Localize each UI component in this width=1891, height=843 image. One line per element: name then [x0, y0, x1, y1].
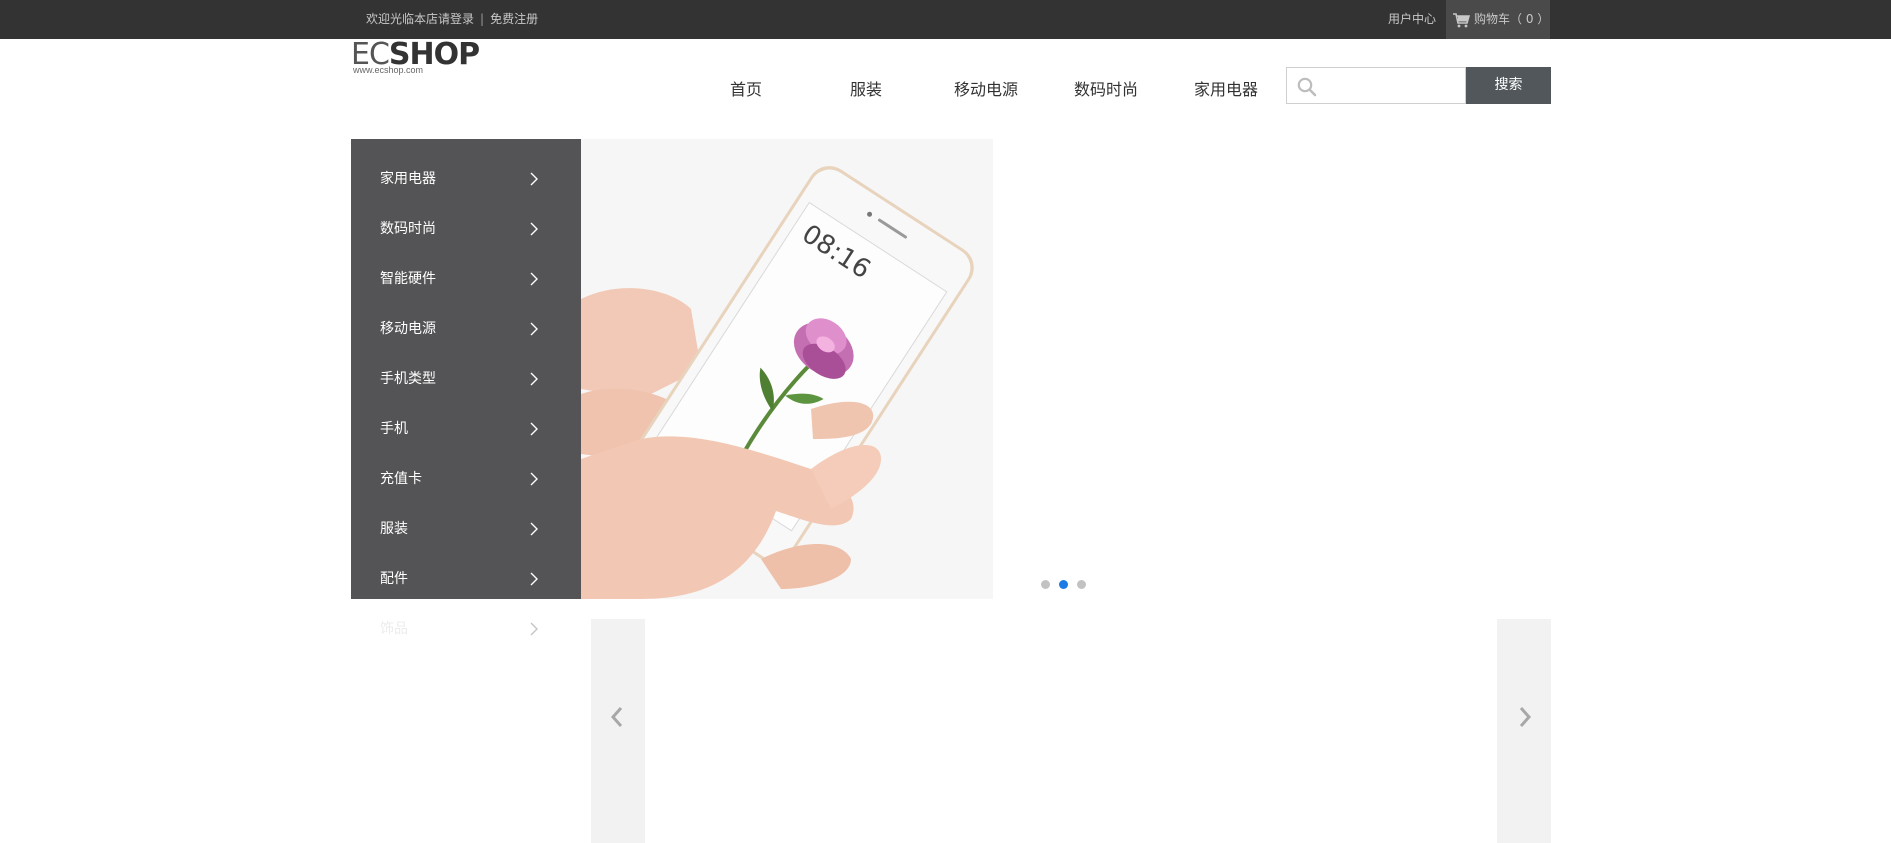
- slide-dot-1[interactable]: [1041, 580, 1050, 589]
- chevron-right-icon: [1519, 707, 1532, 727]
- logo-url: www.ecshop.com: [353, 65, 424, 75]
- category-item-label: 数码时尚: [380, 221, 436, 237]
- search-box: [1286, 67, 1466, 104]
- nav-item-home[interactable]: 首页: [686, 74, 806, 106]
- user-center-link[interactable]: 用户中心: [1388, 0, 1436, 39]
- chevron-right-icon: [530, 372, 538, 386]
- banner-pagination: [1041, 580, 1095, 589]
- category-item-phone-types[interactable]: 手机类型: [351, 354, 581, 404]
- chevron-right-icon: [530, 172, 538, 186]
- category-item-phones[interactable]: 手机: [351, 404, 581, 454]
- category-item-label: 移动电源: [380, 321, 436, 337]
- search-input[interactable]: [1321, 73, 1461, 99]
- search-button[interactable]: 搜索: [1466, 67, 1551, 104]
- slide-dot-3[interactable]: [1077, 580, 1086, 589]
- hero-banner[interactable]: 08:16: [581, 139, 993, 599]
- category-item-label: 手机: [380, 421, 408, 437]
- nav-item-clothing[interactable]: 服装: [806, 74, 926, 106]
- slide-dot-2[interactable]: [1059, 580, 1068, 589]
- site-logo[interactable]: ECSHOP www.ecshop.com: [351, 38, 480, 76]
- separator: |: [480, 12, 485, 26]
- category-item-jewelry[interactable]: 饰品: [351, 604, 581, 654]
- category-item-label: 手机类型: [380, 371, 436, 387]
- carousel-prev-button[interactable]: [591, 619, 645, 843]
- category-item-label: 充值卡: [380, 471, 422, 487]
- search-icon: [1297, 77, 1317, 97]
- chevron-right-icon: [530, 622, 538, 636]
- carousel-next-button[interactable]: [1497, 619, 1551, 843]
- top-bar: 欢迎光临本店请登录 | 免费注册 用户中心 购物车（ 0 ）: [0, 0, 1891, 39]
- register-link[interactable]: 免费注册: [490, 12, 538, 26]
- chevron-right-icon: [530, 522, 538, 536]
- search-bar: 搜索: [1286, 67, 1551, 104]
- phone-in-hand-image: 08:16: [581, 139, 993, 599]
- category-item-label: 智能硬件: [380, 271, 436, 287]
- category-item-clothing[interactable]: 服装: [351, 504, 581, 554]
- login-link[interactable]: 欢迎光临本店请登录: [366, 12, 474, 26]
- cart-button[interactable]: 购物车（ 0 ）: [1446, 0, 1550, 39]
- chevron-right-icon: [530, 272, 538, 286]
- category-item-smart-hardware[interactable]: 智能硬件: [351, 254, 581, 304]
- welcome-area: 欢迎光临本店请登录 | 免费注册: [366, 0, 538, 39]
- category-item-accessories[interactable]: 配件: [351, 554, 581, 604]
- chevron-left-icon: [610, 707, 623, 727]
- chevron-right-icon: [530, 572, 538, 586]
- category-item-label: 饰品: [380, 621, 408, 637]
- nav-item-digital[interactable]: 数码时尚: [1046, 74, 1166, 106]
- cart-icon: [1453, 12, 1470, 27]
- category-item-digital[interactable]: 数码时尚: [351, 204, 581, 254]
- category-item-recharge-card[interactable]: 充值卡: [351, 454, 581, 504]
- category-item-appliances[interactable]: 家用电器: [351, 154, 581, 204]
- chevron-right-icon: [530, 422, 538, 436]
- category-item-power-bank[interactable]: 移动电源: [351, 304, 581, 354]
- cart-label: 购物车（ 0 ）: [1474, 12, 1550, 26]
- chevron-right-icon: [530, 472, 538, 486]
- chevron-right-icon: [530, 222, 538, 236]
- nav-item-power-bank[interactable]: 移动电源: [926, 74, 1046, 106]
- chevron-right-icon: [530, 322, 538, 336]
- nav-item-appliances[interactable]: 家用电器: [1166, 74, 1286, 106]
- category-item-label: 服装: [380, 521, 408, 537]
- category-item-label: 家用电器: [380, 171, 436, 187]
- main-nav: 首页 服装 移动电源 数码时尚 家用电器: [686, 74, 1286, 106]
- category-item-label: 配件: [380, 571, 408, 587]
